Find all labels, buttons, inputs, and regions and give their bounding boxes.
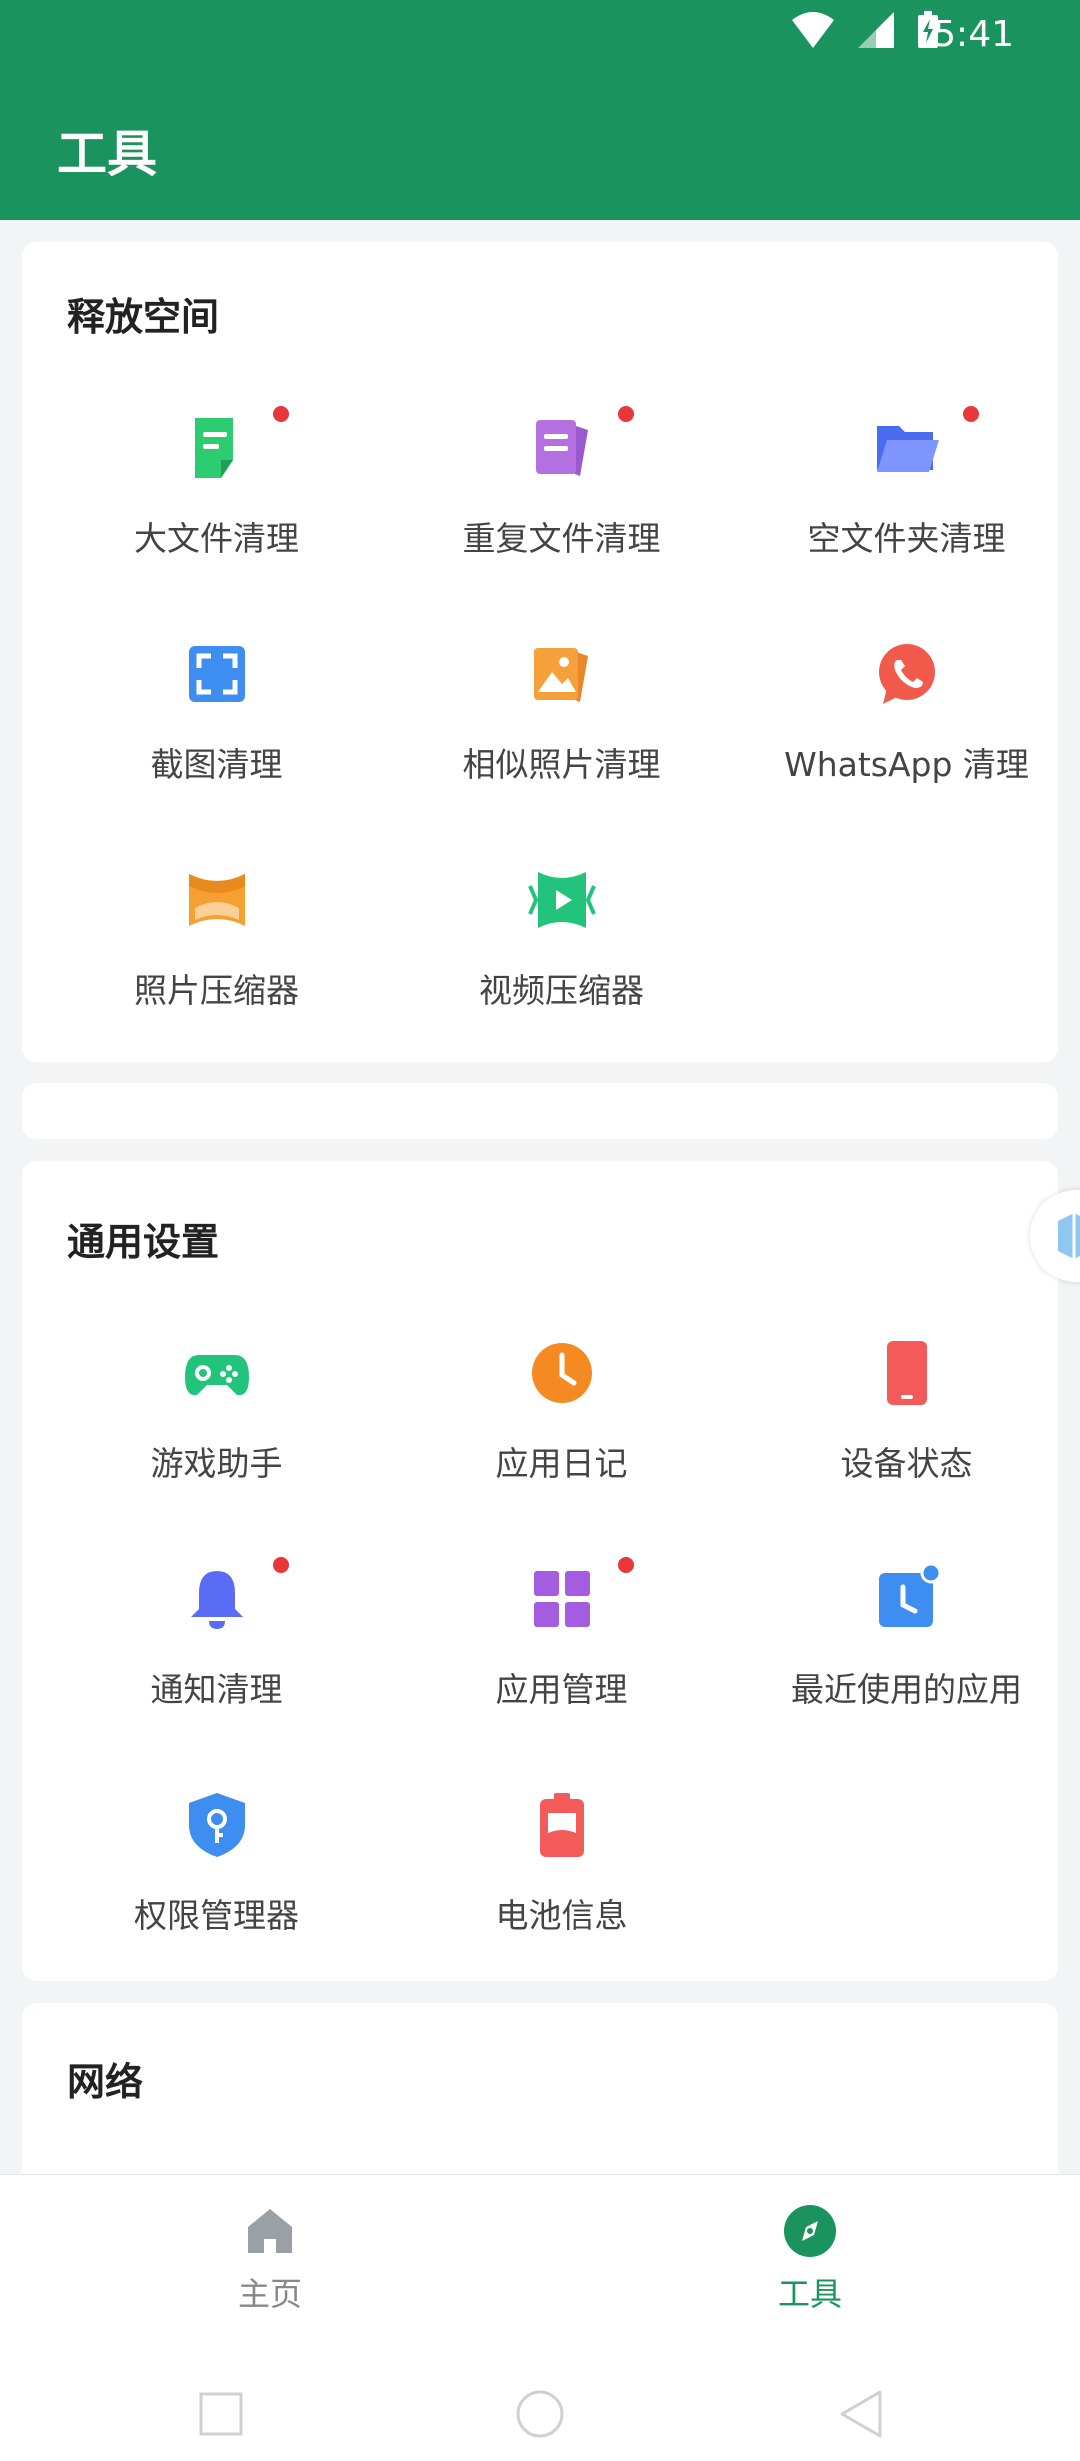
- tool-recent-apps[interactable]: 最近使用的应用: [734, 1563, 1079, 1763]
- system-navigation: [0, 2375, 1080, 2455]
- badge-dot: [618, 406, 634, 422]
- tool-label: 截图清理: [150, 745, 283, 784]
- network-card: 网络: [22, 2003, 1058, 2203]
- tool-label: 应用管理: [495, 1670, 628, 1709]
- free-space-title: 释放空间: [67, 295, 220, 339]
- tool-label: 应用日记: [495, 1444, 628, 1483]
- empty-folder-icon: [876, 426, 939, 472]
- recent-apps-icon: [878, 1563, 941, 1627]
- tool-label: 相似照片清理: [462, 745, 661, 784]
- page-title: 工具: [57, 125, 157, 183]
- recents-square-icon[interactable]: [198, 2391, 244, 2437]
- photo-compress-icon: [188, 874, 245, 926]
- tool-photo-compressor[interactable]: 照片压缩器: [44, 864, 389, 1064]
- signal-icon: [858, 12, 894, 48]
- back-triangle-icon[interactable]: [838, 2389, 884, 2439]
- tool-game-assistant[interactable]: 游戏助手: [44, 1337, 389, 1537]
- tool-notification-cleanup[interactable]: 通知清理: [44, 1557, 389, 1763]
- status-time: 5:41: [933, 14, 1014, 55]
- tool-device-status[interactable]: 设备状态: [734, 1337, 1079, 1537]
- status-icons: [790, 10, 940, 50]
- home-icon: [248, 2209, 292, 2253]
- tool-empty-folder-cleanup[interactable]: 空文件夹清理: [734, 406, 1079, 612]
- tool-whatsapp-cleanup[interactable]: WhatsApp 清理: [734, 638, 1079, 838]
- bottom-nav: 主页 工具: [0, 2174, 1080, 2461]
- tool-label: 通知清理: [150, 1670, 283, 1709]
- free-space-card: 释放空间 大文件清理 重复文件清理 空文件夹清理 截图清理 相似照片清理 Wha…: [22, 242, 1058, 1062]
- tool-label: 空文件夹清理: [807, 519, 1006, 558]
- badge-dot: [273, 406, 289, 422]
- similar-photo-icon: [533, 648, 588, 702]
- tool-label: WhatsApp 清理: [784, 745, 1029, 784]
- tool-label: 最近使用的应用: [791, 1670, 1022, 1709]
- home-circle-icon[interactable]: [515, 2389, 565, 2439]
- tool-permission-manager[interactable]: 权限管理器: [44, 1789, 389, 1989]
- general-settings-title: 通用设置: [67, 1220, 220, 1264]
- network-title: 网络: [67, 2060, 144, 2104]
- nav-tools[interactable]: 工具: [660, 2203, 960, 2313]
- badge-dot: [618, 1557, 634, 1573]
- tool-app-management[interactable]: 应用管理: [389, 1557, 734, 1763]
- phone-icon: [886, 1341, 927, 1405]
- status-bar: 5:41: [0, 0, 1080, 70]
- tool-battery-info[interactable]: 电池信息: [389, 1789, 734, 1989]
- tool-label: 视频压缩器: [479, 971, 644, 1010]
- tool-video-compressor[interactable]: 视频压缩器: [389, 864, 734, 1064]
- video-compress-icon: [527, 872, 596, 928]
- tool-large-file-cleanup[interactable]: 大文件清理: [44, 406, 389, 612]
- tool-similar-photo-cleanup[interactable]: 相似照片清理: [389, 638, 734, 838]
- whatsapp-icon: [878, 644, 935, 704]
- app-bar: 工具: [0, 70, 1080, 220]
- nav-home-label: 主页: [237, 2275, 302, 2313]
- badge-dot: [273, 1557, 289, 1573]
- screenshot-icon: [188, 646, 245, 702]
- nav-home[interactable]: 主页: [120, 2203, 420, 2313]
- clock-icon: [531, 1343, 592, 1403]
- tool-label: 游戏助手: [150, 1444, 283, 1483]
- badge-dot: [963, 406, 979, 422]
- large-file-icon: [194, 418, 233, 478]
- battery-icon: [539, 1793, 584, 1857]
- floating-widget-icon: [1058, 1213, 1080, 1259]
- tool-label: 设备状态: [840, 1444, 973, 1483]
- duplicate-file-icon: [535, 420, 588, 476]
- tool-label: 权限管理器: [134, 1896, 299, 1935]
- nav-tools-label: 工具: [777, 2275, 842, 2313]
- general-settings-card: 通用设置 游戏助手 应用日记 设备状态 通知清理 应用管理 最近使用的应用 权限…: [22, 1161, 1058, 1981]
- bell-icon: [190, 1571, 243, 1629]
- tool-app-diary[interactable]: 应用日记: [389, 1337, 734, 1537]
- spacer-card: [22, 1083, 1058, 1139]
- shield-key-icon: [188, 1793, 245, 1857]
- tool-duplicate-file-cleanup[interactable]: 重复文件清理: [389, 406, 734, 612]
- compass-icon: [784, 2205, 836, 2257]
- app-grid-icon: [533, 1571, 590, 1627]
- tool-label: 照片压缩器: [134, 971, 299, 1010]
- gamepad-icon: [184, 1355, 249, 1396]
- tool-label: 大文件清理: [134, 519, 299, 558]
- tool-screenshot-cleanup[interactable]: 截图清理: [44, 638, 389, 838]
- tool-label: 重复文件清理: [462, 519, 661, 558]
- tool-label: 电池信息: [495, 1896, 628, 1935]
- wifi-icon: [792, 12, 834, 48]
